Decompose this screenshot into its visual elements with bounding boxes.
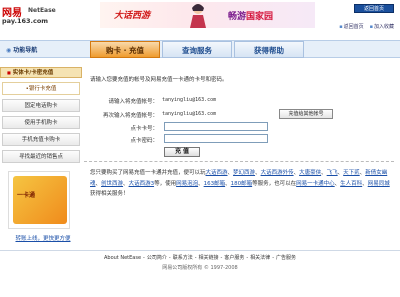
card-number-input[interactable] [164, 122, 268, 131]
sidebar-item-mobile-buy[interactable]: 使用手机购卡 [2, 116, 80, 129]
place-link[interactable]: 网易同城 [368, 181, 390, 187]
game-link[interactable]: 大话西游外传 [261, 170, 294, 176]
tab-get-help[interactable]: 获得帮助 [234, 41, 304, 58]
form-prompt: 请输入您要充值的帐号及网易充值一卡通的卡号和密码。 [90, 77, 228, 83]
confirm-account-label: 再次输入将充值帐号： [102, 113, 158, 119]
recharge-button[interactable]: 充 值 [164, 147, 200, 157]
confirm-account-value: tanyingliu@163.com [162, 111, 217, 117]
other-account-button[interactable]: 充值给其他帐号 [279, 109, 333, 119]
footer-links: About NetEase - 公司简介 - 联系方法 - 相关链接 - 客户服务 - 相关法律 - 广… [103, 255, 297, 261]
game-link[interactable]: 大话西游 [206, 170, 228, 176]
copyright: 网易公司版权所有 © 1997-2008 [162, 265, 238, 271]
sidebar-item-bank-card[interactable]: •银行卡充值 [2, 82, 80, 95]
game-link[interactable]: 大话西游3 [129, 181, 155, 187]
sidebar-item-find-store[interactable]: 寻找最近的销售点 [2, 150, 80, 163]
bookmark-link[interactable]: 加入收藏 [370, 23, 394, 30]
tab-buy-recharge[interactable]: 购卡 · 充值 [90, 41, 160, 58]
promo-card-label: 一卡通 [17, 192, 36, 199]
function-nav-title: 功能导航 [6, 45, 37, 54]
service-link[interactable]: 163邮箱 [204, 181, 226, 187]
footer: About NetEase - 公司简介 - 联系方法 - 相关链接 - 客户服务 - 相关法律 - 广… [0, 250, 400, 272]
card-password-input[interactable] [164, 134, 268, 143]
divider [84, 161, 394, 162]
banner-right-text: 畅游国家园 [228, 12, 274, 22]
sidebar-item-phone-buy[interactable]: 固定电话购卡 [2, 99, 80, 112]
main-nav: 功能导航 购卡 · 充值 查询服务 获得帮助 [0, 40, 400, 58]
service-link[interactable]: 180邮箱 [231, 181, 253, 187]
info-paragraph: 您只要购买了网易充值一卡通并充值，便可以玩大话西游、梦幻西游、大话西游外传、大唐… [90, 170, 390, 197]
promo-card-image[interactable]: 一卡通 [8, 171, 70, 229]
recharge-form: 请输入您要充值的帐号及网易充值一卡通的卡号和密码。 请输入将充值帐号： tany… [84, 67, 394, 237]
footer-link[interactable]: 相关法律 [250, 255, 270, 261]
return-home-button[interactable]: 返回首页 [354, 4, 394, 13]
game-banner[interactable]: 大话西游 畅游国家园 [100, 2, 315, 28]
card-number-label: 点卡卡号： [130, 126, 158, 132]
game-link[interactable]: 大唐豪侠 [299, 170, 321, 176]
tab-query-service[interactable]: 查询服务 [162, 41, 232, 58]
netease-logo[interactable]: 网易 NetEase pay.163.com [2, 2, 102, 28]
logo-english: NetEase [28, 7, 56, 14]
game-link[interactable]: 梦幻西游 [233, 170, 255, 176]
game-link[interactable]: 飞飞 [327, 170, 338, 176]
sidebar-item-mobile-card[interactable]: 手机充值卡购卡 [2, 133, 80, 146]
game-link[interactable]: 创世西游 [101, 181, 123, 187]
place-link[interactable]: 生人百科 [340, 181, 362, 187]
sidebar: 实体卡/卡密充值 •银行卡充值 固定电话购卡 使用手机购卡 手机充值卡购卡 寻找… [0, 67, 82, 245]
footer-link[interactable]: About NetEase [104, 255, 141, 261]
game-link[interactable]: 天下贰 [343, 170, 360, 176]
account-value: tanyingliu@163.com [162, 97, 217, 103]
logo-url: pay.163.com [2, 17, 49, 25]
card-password-label: 点卡密码： [130, 138, 158, 144]
home-link[interactable]: 返回首页 [339, 23, 364, 30]
footer-link[interactable]: 客户服务 [224, 255, 244, 261]
promo-caption-link[interactable]: 转账上线，更快更方便 [4, 234, 82, 242]
banner-left-text: 大话西游 [114, 11, 151, 21]
header: 网易 NetEase pay.163.com 大话西游 畅游国家园 返回首页 返… [0, 0, 400, 30]
place-link[interactable]: 网易一卡通中心 [296, 181, 335, 187]
header-links: 返回首页 返回首页 加入收藏 [324, 4, 394, 30]
service-link[interactable]: 网易泡泡 [176, 181, 198, 187]
footer-link[interactable]: 广告服务 [276, 255, 296, 261]
footer-link[interactable]: 联系方法 [173, 255, 193, 261]
character-figure-icon [190, 4, 206, 28]
footer-link[interactable]: 相关链接 [199, 255, 219, 261]
sidebar-section-title[interactable]: 实体卡/卡密充值 [0, 67, 82, 78]
account-label: 请输入将充值帐号： [108, 99, 158, 105]
footer-link[interactable]: 公司简介 [147, 255, 167, 261]
